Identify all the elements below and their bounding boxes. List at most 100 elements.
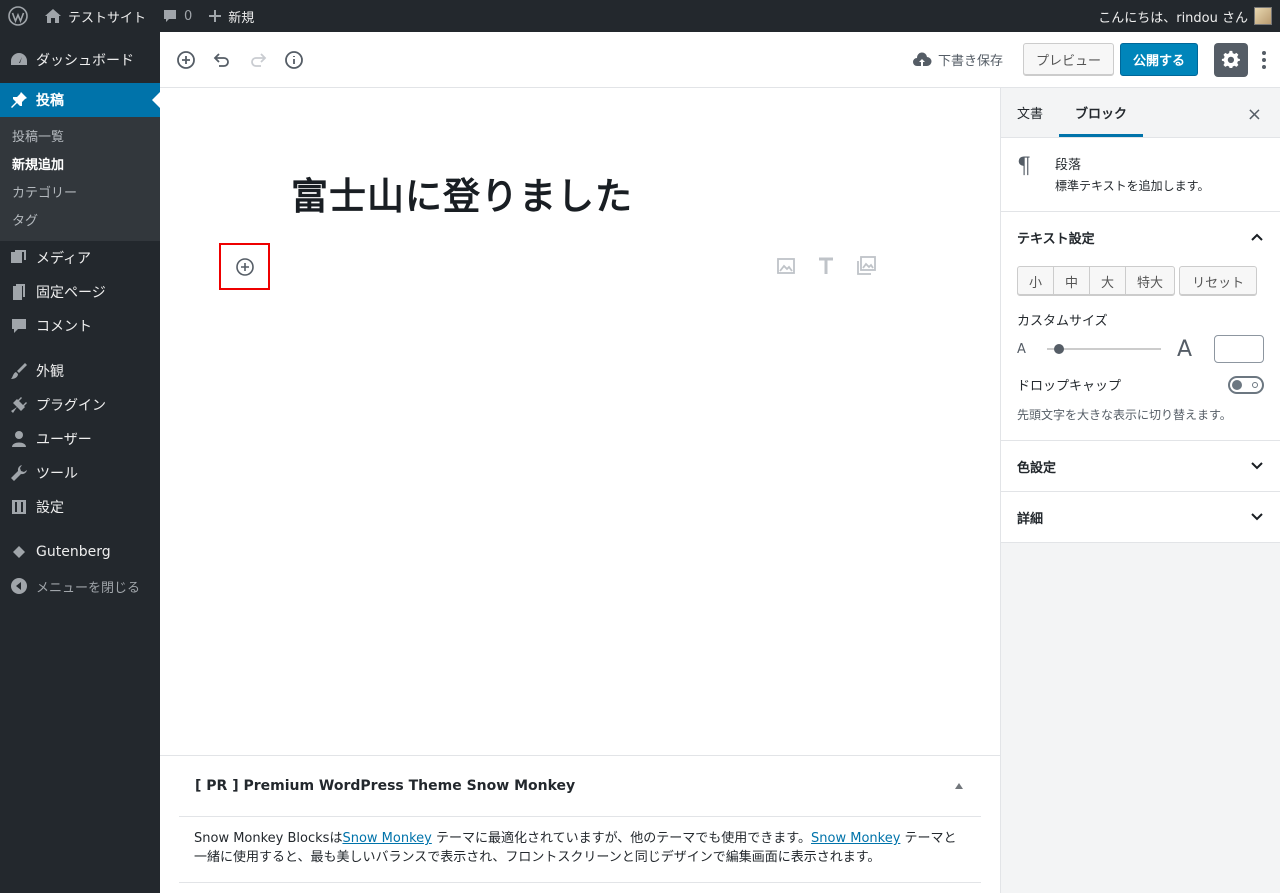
save-draft-button[interactable]: 下書き保存 (912, 50, 1003, 69)
font-size-large-button[interactable]: 大 (1090, 267, 1127, 295)
font-size-medium-button[interactable]: 中 (1054, 267, 1091, 295)
comments-count: 0 (184, 8, 193, 24)
undo-button[interactable] (204, 42, 240, 78)
submenu-tags[interactable]: タグ (0, 208, 160, 236)
metabox-header[interactable]: [ PR ] Premium WordPress Theme Snow Monk… (179, 756, 981, 817)
comments-icon (12, 319, 26, 333)
menu-item-posts[interactable]: 投稿 (0, 83, 160, 117)
drop-cap-row: ドロップキャップ (1001, 363, 1280, 394)
metabox-text-2: テーマに最適化されていますが、他のテーマでも使用できます。 (431, 831, 812, 846)
gear-icon (1221, 50, 1240, 68)
menu-label-pages: 固定ページ (36, 285, 106, 301)
save-draft-label: 下書き保存 (937, 54, 1003, 69)
menu-item-settings[interactable]: 設定 (0, 490, 160, 524)
menu-item-dashboard[interactable]: ダッシュボード (0, 43, 160, 77)
custom-size-label: カスタムサイズ (1017, 314, 1108, 329)
wrench-icon (11, 465, 27, 481)
collapse-arrow-icon[interactable] (955, 783, 963, 789)
content-info-button[interactable] (276, 42, 312, 78)
font-size-slider[interactable] (1047, 344, 1161, 354)
submenu-add-new[interactable]: 新規追加 (0, 152, 160, 180)
quick-inserter (766, 256, 886, 276)
close-sidebar-button[interactable]: × (1247, 104, 1262, 125)
post-title[interactable]: 富士山に登りました (291, 166, 633, 220)
block-inserter-button[interactable] (219, 243, 270, 290)
home-icon (45, 9, 61, 23)
user-greeting[interactable]: こんにちは、rindou さん (1098, 7, 1248, 26)
paragraph-icon: ¶ (1017, 154, 1031, 179)
avatar[interactable] (1254, 7, 1272, 25)
new-content-link[interactable]: 新規 (200, 0, 262, 32)
add-heading-block-button[interactable] (806, 256, 846, 276)
snow-monkey-link-2[interactable]: Snow Monkey (811, 831, 900, 846)
settings-toggle-button[interactable] (1214, 42, 1248, 77)
menu-label-tools: ツール (36, 466, 78, 482)
menu-label-media: メディア (36, 251, 92, 267)
snow-monkey-link-1[interactable]: Snow Monkey (342, 831, 431, 846)
metabox-divider (179, 882, 981, 883)
settings-sidebar: 文書 ブロック × ¶ 段落 標準テキストを追加します。 テキスト設定 小 中 (1000, 88, 1280, 893)
color-settings-toggle[interactable]: 色設定 (1001, 441, 1280, 491)
menu-item-media[interactable]: メディア (0, 241, 160, 275)
font-size-reset-button[interactable]: リセット (1179, 266, 1258, 296)
font-size-picker: 小 中 大 特大 リセット (1001, 266, 1280, 296)
publish-button[interactable]: 公開する (1119, 43, 1198, 76)
advanced-panel: 詳細 (1001, 492, 1280, 543)
redo-button[interactable] (240, 42, 276, 78)
advanced-toggle[interactable]: 詳細 (1001, 492, 1280, 542)
gutenberg-icon (13, 546, 25, 558)
add-block-button[interactable] (168, 42, 204, 78)
text-settings-toggle[interactable]: テキスト設定 (1001, 212, 1280, 262)
metabox-text-1: Snow Monkey Blocksは (194, 831, 343, 846)
menu-item-gutenberg[interactable]: Gutenberg (0, 535, 160, 569)
slider-max-label: A (1177, 336, 1193, 362)
site-name-link[interactable]: テストサイト (36, 0, 154, 32)
menu-label-plugins: プラグイン (36, 398, 106, 414)
toggle-knob (1232, 379, 1242, 390)
tab-document[interactable]: 文書 (1001, 88, 1059, 137)
submenu-categories[interactable]: カテゴリー (0, 180, 160, 208)
plugin-icon (11, 397, 27, 413)
menu-item-users[interactable]: ユーザー (0, 422, 160, 456)
plus-circle-icon (235, 257, 254, 276)
heading-icon (819, 257, 833, 274)
drop-cap-label: ドロップキャップ (1017, 379, 1122, 394)
slider-handle[interactable] (1054, 344, 1064, 354)
custom-size-input[interactable] (1214, 335, 1264, 363)
pushpin-icon (11, 92, 27, 108)
menu-item-comments[interactable]: コメント (0, 309, 160, 343)
dashboard-icon (11, 53, 27, 65)
font-size-xlarge-button[interactable]: 特大 (1126, 267, 1174, 295)
font-size-small-button[interactable]: 小 (1018, 267, 1055, 295)
add-gallery-block-button[interactable] (846, 256, 886, 276)
menu-item-tools[interactable]: ツール (0, 456, 160, 490)
menu-item-pages[interactable]: 固定ページ (0, 275, 160, 309)
menu-item-plugins[interactable]: プラグイン (0, 388, 160, 422)
preview-button[interactable]: プレビュー (1022, 43, 1114, 76)
collapse-menu-label: メニューを閉じる (36, 580, 141, 596)
block-name: 段落 (1055, 158, 1082, 173)
text-settings-title: テキスト設定 (1017, 231, 1095, 247)
font-size-buttons: 小 中 大 特大 (1017, 266, 1176, 296)
drop-cap-help: 先頭文字を大きな表示に切り替えます。 (1017, 408, 1232, 422)
undo-icon (213, 52, 229, 67)
color-settings-title: 色設定 (1017, 460, 1057, 476)
more-options-button[interactable] (1254, 43, 1274, 77)
tab-block[interactable]: ブロック (1059, 88, 1144, 137)
block-description: 標準テキストを追加します。 (1055, 179, 1210, 193)
menu-item-appearance[interactable]: 外観 (0, 354, 160, 388)
admin-bar: テストサイト 0 新規 こんにちは、rindou さん (0, 0, 1280, 32)
site-name: テストサイト (68, 10, 147, 26)
menu-label-users: ユーザー (36, 432, 92, 448)
text-settings-panel: テキスト設定 小 中 大 特大 リセット カスタムサイズ A A ドロップキャッ… (1001, 212, 1280, 441)
drop-cap-toggle[interactable] (1228, 375, 1264, 394)
posts-submenu: 投稿一覧 新規追加 カテゴリー タグ (0, 117, 160, 241)
wordpress-logo-button[interactable] (0, 0, 36, 32)
pages-icon (13, 284, 25, 300)
submenu-all-posts[interactable]: 投稿一覧 (0, 124, 160, 152)
menu-label-dashboard: ダッシュボード (36, 53, 134, 69)
comments-link[interactable]: 0 (154, 0, 200, 32)
collapse-menu-button[interactable]: メニューを閉じる (0, 569, 160, 603)
gallery-icon (857, 256, 876, 275)
add-image-block-button[interactable] (766, 256, 806, 276)
